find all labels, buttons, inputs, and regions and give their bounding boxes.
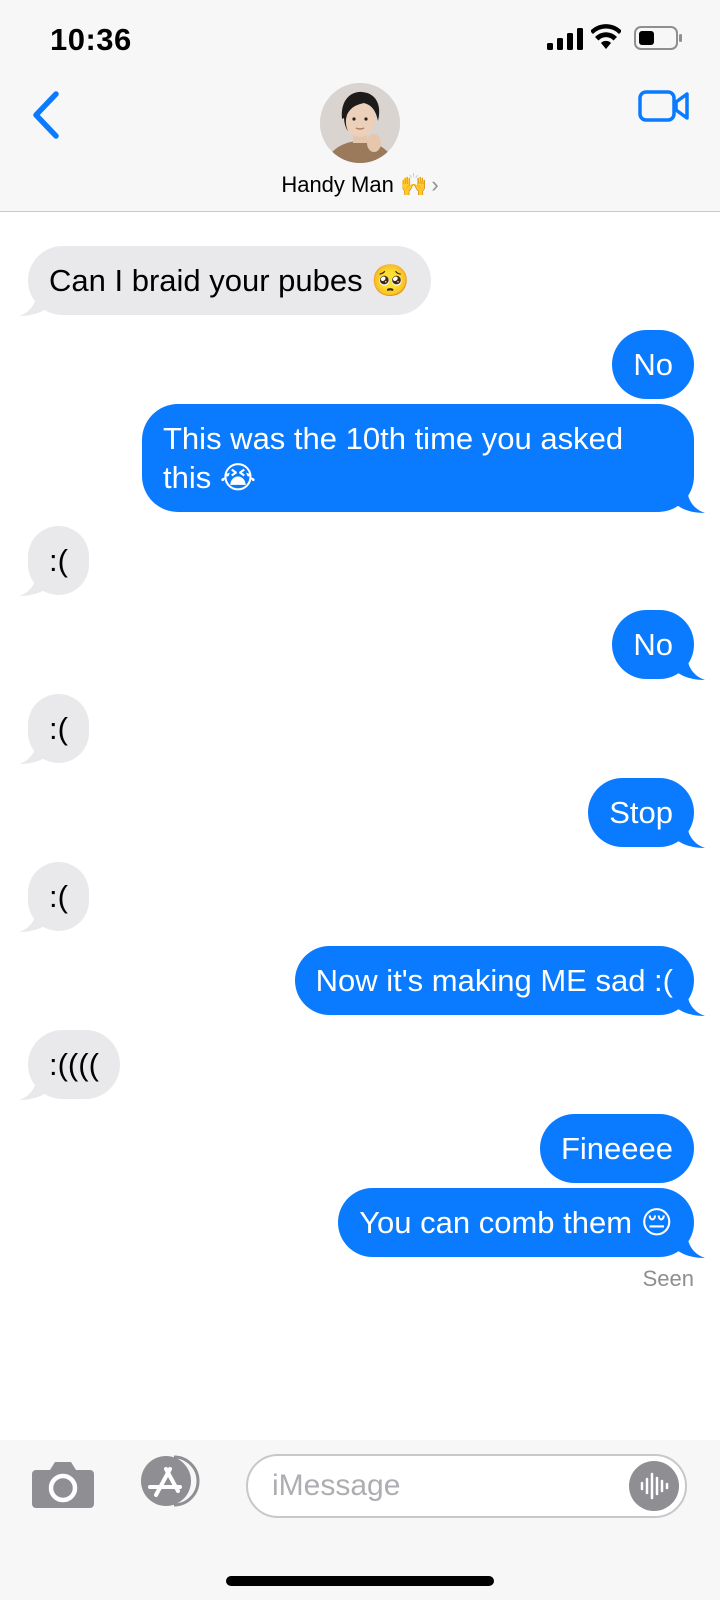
contact-avatar[interactable]	[320, 83, 400, 163]
bubble-tail	[677, 822, 705, 848]
message-bubble-outgoing[interactable]: Fineeee	[539, 1114, 694, 1183]
bubble-tail	[677, 1232, 705, 1258]
message-bubble-outgoing[interactable]: This was the 10th time you asked this 😭	[142, 404, 705, 513]
bubble-tail	[19, 570, 47, 596]
message-bubble-outgoing[interactable]: No	[612, 330, 694, 399]
message-bubble-incoming[interactable]: Can I braid your pubes 🥺	[19, 246, 431, 316]
message-text: Fineeee	[560, 1131, 673, 1166]
message-text: No	[633, 347, 673, 382]
message-text: This was the 10th time you asked this 😭	[163, 421, 624, 495]
battery-icon	[634, 26, 682, 50]
message-text: Now it's making ME sad :(	[315, 963, 673, 998]
waveform-glyph	[640, 1472, 669, 1500]
audio-waveform-icon[interactable]	[629, 1461, 679, 1511]
wifi-icon	[591, 24, 621, 49]
message-text: :(	[49, 543, 68, 578]
message-text: :(	[49, 711, 68, 746]
read-receipt: Seen	[642, 1266, 694, 1291]
message-text: Can I braid your pubes 🥺	[49, 263, 410, 298]
message-composer-bar	[0, 1440, 720, 1600]
home-indicator[interactable]	[226, 1576, 494, 1586]
message-bubble-incoming[interactable]: :(	[19, 526, 89, 596]
message-bubble-incoming[interactable]: :((((	[19, 1030, 120, 1100]
bubble-tail	[677, 654, 705, 680]
conversation-header: Handy Man 🙌 ›	[0, 80, 720, 212]
bubble-tail	[677, 487, 705, 513]
message-text: Stop	[609, 795, 673, 830]
app-store-icon[interactable]	[134, 1453, 206, 1509]
chevron-left-icon[interactable]	[28, 86, 64, 144]
message-bubble-outgoing[interactable]: Now it's making ME sad :(	[294, 946, 705, 1016]
bubble-tail	[19, 1074, 47, 1100]
message-text: :((((	[49, 1047, 99, 1082]
message-thread[interactable]: Can I braid your pubes 🥺 No This was the…	[0, 212, 720, 1440]
message-text: You can comb them 😔	[359, 1205, 673, 1240]
bubble-tail	[19, 290, 47, 316]
chevron-right-icon: ›	[431, 172, 439, 197]
message-bubble-outgoing[interactable]: No	[612, 610, 705, 680]
message-bubble-outgoing[interactable]: Stop	[588, 778, 705, 848]
message-bubble-incoming[interactable]: :(	[19, 694, 89, 764]
message-bubble-outgoing[interactable]: You can comb them 😔	[338, 1188, 705, 1258]
imessage-input-field[interactable]	[246, 1454, 687, 1518]
contact-name: Handy Man 🙌	[281, 172, 428, 197]
camera-icon[interactable]	[32, 1458, 94, 1508]
status-bar: 10:36	[0, 0, 720, 80]
contact-name-button[interactable]: Handy Man 🙌 ›	[0, 172, 720, 198]
bubble-tail	[19, 906, 47, 932]
message-bubble-incoming[interactable]: :(	[19, 862, 89, 932]
message-text: No	[633, 627, 673, 662]
status-time: 10:36	[50, 22, 132, 57]
bubble-tail	[677, 990, 705, 1016]
imessage-text-input[interactable]	[272, 1466, 612, 1506]
message-text: :(	[49, 879, 68, 914]
avatar-photo	[320, 83, 400, 163]
video-camera-icon[interactable]	[638, 86, 690, 126]
cellular-signal-icon	[547, 28, 583, 50]
bubble-tail	[19, 738, 47, 764]
